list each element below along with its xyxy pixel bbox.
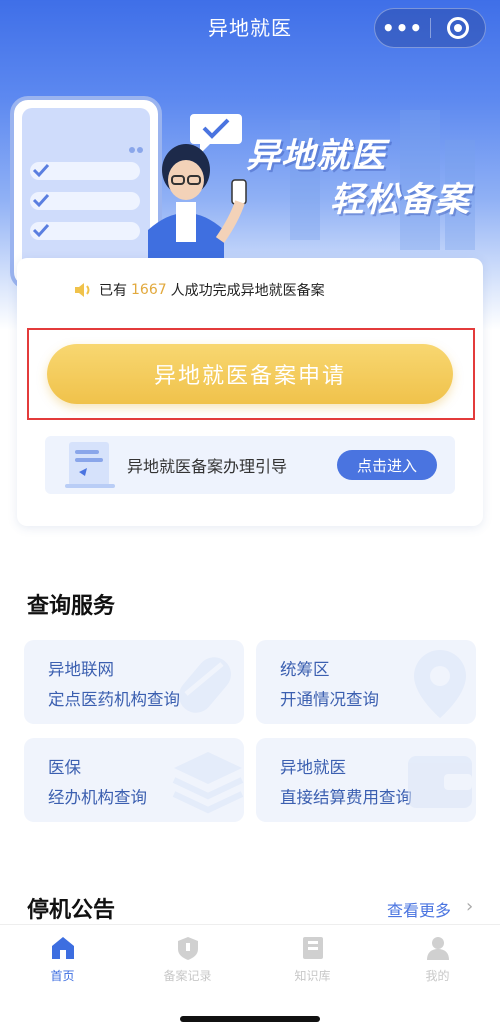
filing-count-notice: 已有 1667 人成功完成异地就医备案 <box>73 280 325 300</box>
close-miniprogram-button[interactable] <box>431 17 485 39</box>
tab-label: 首页 <box>50 969 75 983</box>
target-icon <box>446 17 469 39</box>
tile-line2: 直接结算费用查询 <box>280 788 412 807</box>
tab-knowledge-base[interactable]: 知识库 <box>250 935 375 984</box>
tab-label: 我的 <box>425 969 450 983</box>
home-indicator <box>180 1016 320 1022</box>
document-icon <box>65 442 115 488</box>
tab-profile[interactable]: 我的 <box>375 935 500 984</box>
tile-line1: 异地联网 <box>48 660 114 679</box>
filing-guide-banner[interactable]: 异地就医备案办理引导 点击进入 <box>45 436 455 494</box>
location-pin-icon <box>414 650 466 718</box>
announcement-section-title: 停机公告 <box>27 898 116 923</box>
hero-slogan-line2: 轻松备案 <box>330 180 470 220</box>
tile-line1: 统筹区 <box>280 660 330 679</box>
tile-agency-query[interactable]: 医保 经办机构查询 <box>24 738 244 822</box>
notice-prefix: 已有 <box>99 283 127 299</box>
wallet-icon <box>408 756 472 808</box>
tile-line2: 定点医药机构查询 <box>48 690 180 709</box>
home-icon <box>51 937 74 959</box>
speaker-icon <box>75 283 90 297</box>
tile-coordination-area-query[interactable]: 统筹区 开通情况查询 <box>256 640 476 724</box>
record-shield-icon <box>177 937 198 960</box>
mini-program-capsule: ••• <box>374 8 486 48</box>
tab-label: 知识库 <box>294 969 331 983</box>
book-icon <box>302 937 323 959</box>
more-menu-icon[interactable]: ••• <box>375 9 430 47</box>
tab-home[interactable]: 首页 <box>0 935 125 984</box>
pill-icon <box>179 657 231 713</box>
notice-suffix: 人成功完成异地就医备案 <box>170 283 325 299</box>
view-more-link[interactable]: 查看更多 <box>387 897 451 921</box>
tab-label: 备案记录 <box>163 969 212 983</box>
tab-filing-records[interactable]: 备案记录 <box>125 935 250 984</box>
guide-text: 异地就医备案办理引导 <box>127 457 288 476</box>
tile-line1: 异地就医 <box>280 758 346 777</box>
filing-card: 已有 1667 人成功完成异地就医备案 异地就医备案申请 异地就医备案办理引导 … <box>17 258 483 526</box>
layers-icon <box>172 752 244 814</box>
enter-guide-button[interactable]: 点击进入 <box>337 450 437 480</box>
user-icon <box>426 937 449 960</box>
hero-slogan-line1: 异地就医 <box>246 136 386 176</box>
tile-line2: 开通情况查询 <box>280 690 379 709</box>
tile-line1: 医保 <box>48 758 81 777</box>
chevron-right-icon: › <box>466 896 474 917</box>
apply-filing-button[interactable]: 异地就医备案申请 <box>47 344 453 404</box>
filing-count: 1667 <box>131 282 167 298</box>
query-section-title: 查询服务 <box>27 594 116 619</box>
tile-line2: 经办机构查询 <box>48 788 147 807</box>
tile-network-institution-query[interactable]: 异地联网 定点医药机构查询 <box>24 640 244 724</box>
tile-settlement-cost-query[interactable]: 异地就医 直接结算费用查询 <box>256 738 476 822</box>
